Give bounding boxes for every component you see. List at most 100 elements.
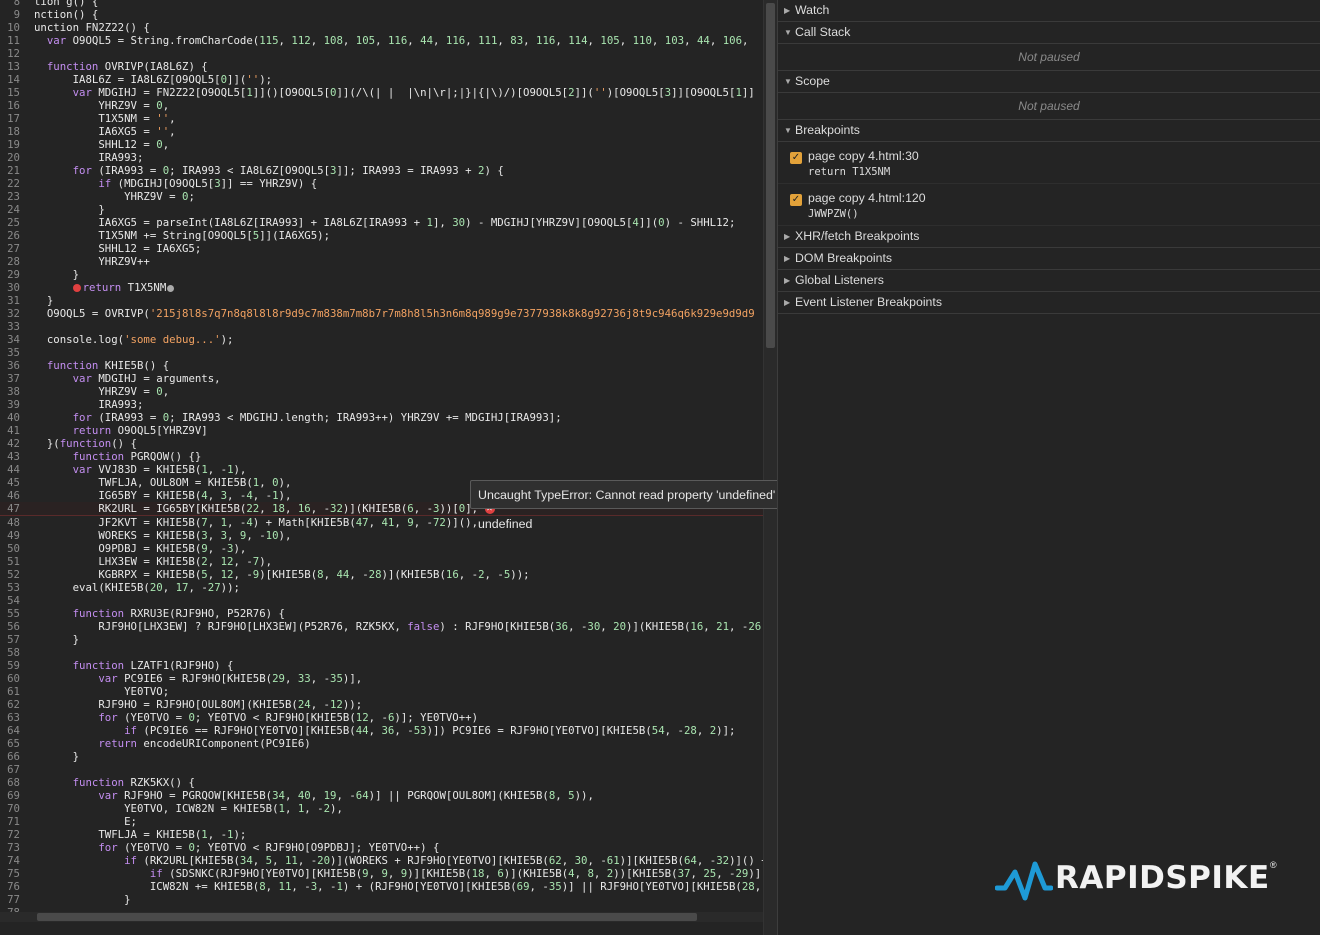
call-stack-section-header[interactable]: ▼ Call Stack bbox=[778, 22, 1320, 44]
code-line[interactable]: 71 E; bbox=[0, 815, 763, 828]
code-line[interactable]: 23 YHRZ9V = 0; bbox=[0, 190, 763, 203]
code-line[interactable]: 21 for (IRA993 = 0; IRA993 < IA8L6Z[O9OQ… bbox=[0, 164, 763, 177]
line-number[interactable]: 61 bbox=[0, 685, 20, 698]
code-line[interactable]: 73 for (YE0TVO = 0; YE0TVO < RJF9HO[O9PD… bbox=[0, 841, 763, 854]
line-number[interactable]: 76 bbox=[0, 880, 20, 893]
line-number[interactable]: 15 bbox=[0, 86, 20, 99]
line-number[interactable]: 26 bbox=[0, 229, 20, 242]
code-line[interactable]: 62 RJF9HO = RJF9HO[OUL8OM](KHIE5B(24, -1… bbox=[0, 698, 763, 711]
line-number[interactable]: 47 bbox=[0, 502, 20, 515]
horizontal-scroll-thumb[interactable] bbox=[37, 913, 697, 921]
line-number[interactable]: 10 bbox=[0, 21, 20, 34]
line-number[interactable]: 77 bbox=[0, 893, 20, 906]
line-number[interactable]: 41 bbox=[0, 424, 20, 437]
line-number[interactable]: 42 bbox=[0, 437, 20, 450]
line-number[interactable]: 32 bbox=[0, 307, 20, 320]
line-number[interactable]: 59 bbox=[0, 659, 20, 672]
code-line[interactable]: 66 } bbox=[0, 750, 763, 763]
code-line[interactable]: 76 ICW82N += KHIE5B(8, 11, -3, -1) + (RJ… bbox=[0, 880, 763, 893]
line-number[interactable]: 19 bbox=[0, 138, 20, 151]
line-number[interactable]: 52 bbox=[0, 568, 20, 581]
line-number[interactable]: 67 bbox=[0, 763, 20, 776]
code-line[interactable]: 11 var O9OQL5 = String.fromCharCode(115,… bbox=[0, 34, 763, 47]
code-line[interactable]: 67 bbox=[0, 763, 763, 776]
code-line[interactable]: 20 IRA993; bbox=[0, 151, 763, 164]
line-number[interactable]: 75 bbox=[0, 867, 20, 880]
line-number[interactable]: 58 bbox=[0, 646, 20, 659]
code-line[interactable]: 34 console.log('some debug...'); bbox=[0, 333, 763, 346]
code-line[interactable]: 64 if (PC9IE6 == RJF9HO[YE0TVO][KHIE5B(4… bbox=[0, 724, 763, 737]
line-number[interactable]: 55 bbox=[0, 607, 20, 620]
code-line[interactable]: 32 O9OQL5 = OVRIVP('215j8l8s7q7n8q8l8l8r… bbox=[0, 307, 763, 320]
code-line[interactable]: 52 KGBRPX = KHIE5B(5, 12, -9)[KHIE5B(8, … bbox=[0, 568, 763, 581]
code-line[interactable]: 31 } bbox=[0, 294, 763, 307]
line-number[interactable]: 23 bbox=[0, 190, 20, 203]
code-line[interactable]: 10 unction FN2Z22() { bbox=[0, 21, 763, 34]
line-number[interactable]: 14 bbox=[0, 73, 20, 86]
code-line[interactable]: 29 } bbox=[0, 268, 763, 281]
code-editor[interactable]: 8 tion g() {9 nction() {10 unction FN2Z22()… bbox=[0, 0, 777, 935]
line-number[interactable]: 39 bbox=[0, 398, 20, 411]
line-number[interactable]: 50 bbox=[0, 542, 20, 555]
code-line[interactable]: 72 TWFLJA = KHIE5B(1, -1); bbox=[0, 828, 763, 841]
global-listeners-section-header[interactable]: ▶ Global Listeners bbox=[778, 270, 1320, 292]
breakpoint-item[interactable]: ✓ page copy 4.html:30 return T1X5NM bbox=[778, 142, 1320, 184]
line-number[interactable]: 71 bbox=[0, 815, 20, 828]
line-number[interactable]: 60 bbox=[0, 672, 20, 685]
line-number[interactable]: 16 bbox=[0, 99, 20, 112]
scope-section-header[interactable]: ▼ Scope bbox=[778, 71, 1320, 93]
line-number[interactable]: 17 bbox=[0, 112, 20, 125]
code-line[interactable]: 22 if (MDGIHJ[O9OQL5[3]] == YHRZ9V) { bbox=[0, 177, 763, 190]
breakpoint-checkbox[interactable]: ✓ bbox=[790, 194, 802, 206]
line-number[interactable]: 48 bbox=[0, 516, 20, 529]
code-line[interactable]: 8 tion g() { bbox=[0, 0, 763, 8]
code-line[interactable]: 9 nction() { bbox=[0, 8, 763, 21]
code-line[interactable]: 19 SHHL12 = 0, bbox=[0, 138, 763, 151]
line-number[interactable]: 35 bbox=[0, 346, 20, 359]
breakpoint-marker-icon[interactable] bbox=[72, 284, 81, 292]
line-number[interactable]: 53 bbox=[0, 581, 20, 594]
line-number[interactable]: 18 bbox=[0, 125, 20, 138]
line-number[interactable]: 45 bbox=[0, 476, 20, 489]
breakpoint-item[interactable]: ✓ page copy 4.html:120 JWWPZW() bbox=[778, 184, 1320, 226]
code-line[interactable]: 39 IRA993; bbox=[0, 398, 763, 411]
code-line[interactable]: 37 var MDGIHJ = arguments, bbox=[0, 372, 763, 385]
line-number[interactable]: 27 bbox=[0, 242, 20, 255]
breakpoints-section-header[interactable]: ▼ Breakpoints bbox=[778, 120, 1320, 142]
code-line[interactable]: 55 function RXRU3E(RJF9HO, P52R76) { bbox=[0, 607, 763, 620]
code-line[interactable]: 35 bbox=[0, 346, 763, 359]
line-number[interactable]: 38 bbox=[0, 385, 20, 398]
xhr-breakpoints-section-header[interactable]: ▶ XHR/fetch Breakpoints bbox=[778, 226, 1320, 248]
code-line[interactable]: 61 YE0TVO; bbox=[0, 685, 763, 698]
code-line[interactable]: 43 function PGRQOW() {} bbox=[0, 450, 763, 463]
code-line[interactable]: 25 IA6XG5 = parseInt(IA8L6Z[IRA993] + IA… bbox=[0, 216, 763, 229]
code-line[interactable]: 33 bbox=[0, 320, 763, 333]
line-number[interactable]: 49 bbox=[0, 529, 20, 542]
line-number[interactable]: 74 bbox=[0, 854, 20, 867]
line-number[interactable]: 13 bbox=[0, 60, 20, 73]
line-number[interactable]: 31 bbox=[0, 294, 20, 307]
line-number[interactable]: 21 bbox=[0, 164, 20, 177]
event-listener-breakpoints-section-header[interactable]: ▶ Event Listener Breakpoints bbox=[778, 292, 1320, 314]
line-number[interactable]: 8 bbox=[0, 0, 20, 8]
code-line[interactable]: 48 JF2KVT = KHIE5B(7, 1, -4) + Math[KHIE… bbox=[0, 516, 763, 529]
line-number[interactable]: 72 bbox=[0, 828, 20, 841]
line-number[interactable]: 66 bbox=[0, 750, 20, 763]
watch-section-header[interactable]: ▶ Watch bbox=[778, 0, 1320, 22]
line-number[interactable]: 30 bbox=[0, 281, 20, 294]
code-line[interactable]: 42 }(function() { bbox=[0, 437, 763, 450]
line-number[interactable]: 11 bbox=[0, 34, 20, 47]
line-number[interactable]: 28 bbox=[0, 255, 20, 268]
line-number[interactable]: 46 bbox=[0, 489, 20, 502]
line-number[interactable]: 37 bbox=[0, 372, 20, 385]
code-line[interactable]: 57 } bbox=[0, 633, 763, 646]
code-line[interactable]: 44 var VVJ83D = KHIE5B(1, -1), bbox=[0, 463, 763, 476]
line-number[interactable]: 43 bbox=[0, 450, 20, 463]
code-line[interactable]: 59 function LZATF1(RJF9HO) { bbox=[0, 659, 763, 672]
code-line[interactable]: 54 bbox=[0, 594, 763, 607]
code-line[interactable]: 12 bbox=[0, 47, 763, 60]
code-line[interactable]: 41 return O9OQL5[YHRZ9V] bbox=[0, 424, 763, 437]
code-line[interactable]: 13 function OVRIVP(IA8L6Z) { bbox=[0, 60, 763, 73]
code-line[interactable]: 15 var MDGIHJ = FN2Z22[O9OQL5[1]]()[O9OQ… bbox=[0, 86, 763, 99]
code-line[interactable]: 50 O9PDBJ = KHIE5B(9, -3), bbox=[0, 542, 763, 555]
